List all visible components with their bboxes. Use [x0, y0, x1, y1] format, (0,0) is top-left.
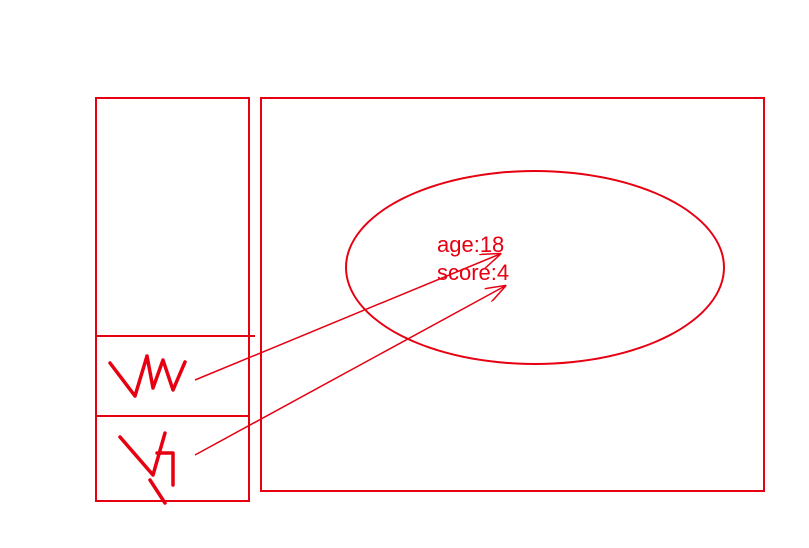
object-ellipse: [345, 170, 725, 365]
diagram-container: age:18 score:4: [0, 0, 809, 548]
score-field: score:4: [437, 260, 509, 286]
stack-divider-1: [95, 335, 255, 337]
handwritten-mark-2: [115, 425, 195, 505]
stack-divider-2: [95, 415, 250, 417]
age-field: age:18: [437, 232, 504, 258]
handwritten-mark-1: [105, 348, 195, 403]
